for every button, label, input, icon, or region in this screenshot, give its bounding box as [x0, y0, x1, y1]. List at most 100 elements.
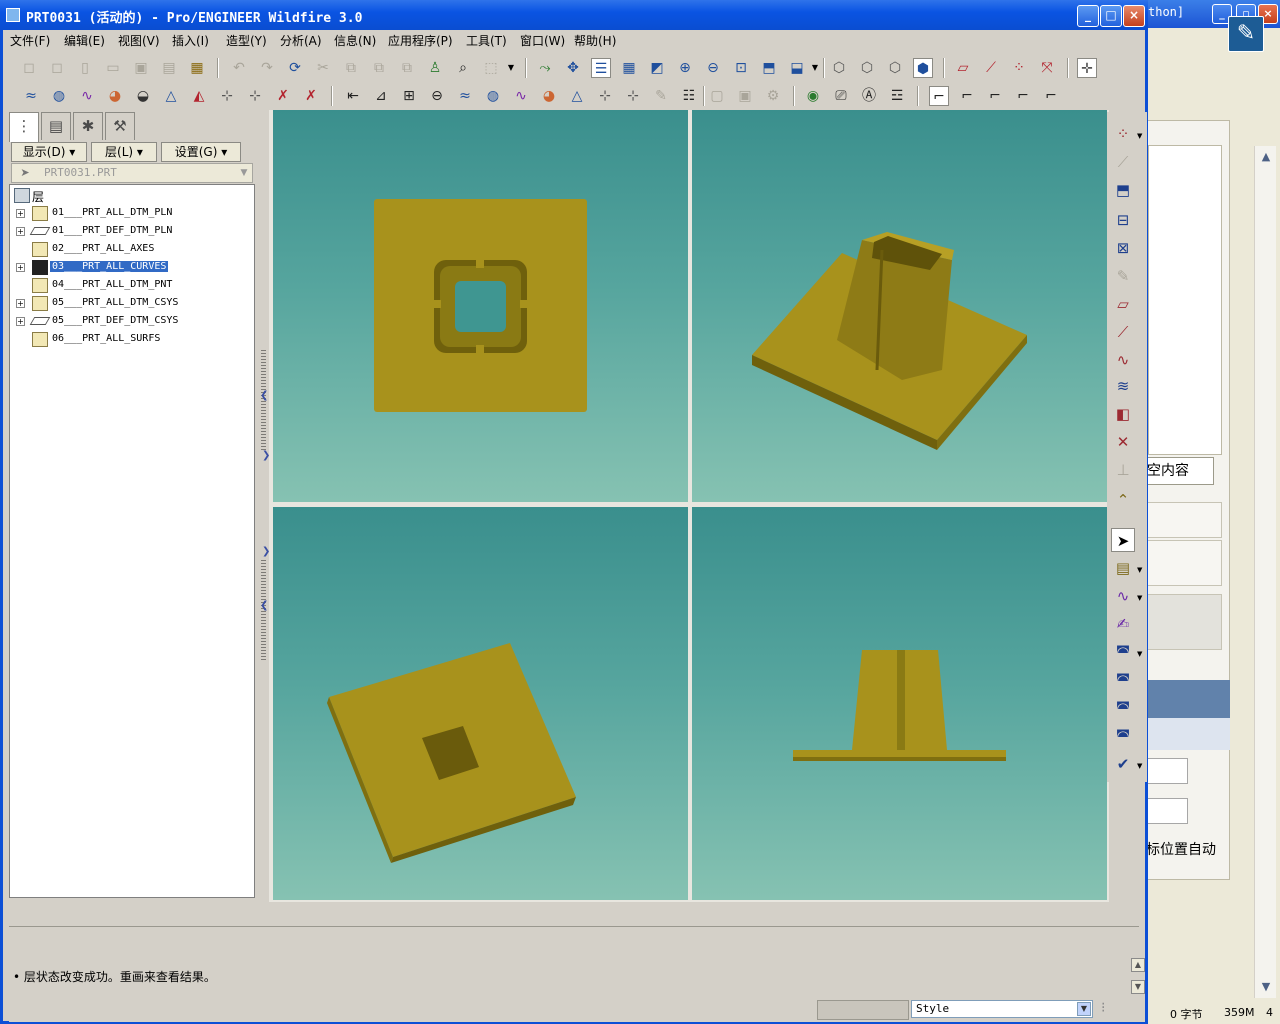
layers-icon[interactable]: ☰	[591, 58, 611, 78]
save-icon[interactable]: ▣	[131, 58, 151, 78]
layer-row-selected[interactable]: + 03___PRT_ALL_CURVES	[10, 259, 250, 277]
background-input[interactable]	[1146, 798, 1188, 824]
curve-analysis-icon[interactable]: ∿	[77, 86, 97, 106]
auto-round-icon[interactable]: ⌐	[1041, 86, 1061, 106]
wireframe-icon[interactable]: ⬡	[829, 58, 849, 78]
tab-folder-browser[interactable]: ▤	[41, 112, 71, 140]
hidden-line-icon[interactable]: ⬡	[857, 58, 877, 78]
model-tree-icon[interactable]: ♙	[425, 58, 445, 78]
chevron-down-icon[interactable]: ▼	[501, 58, 521, 78]
csys-create-icon[interactable]: ⊥	[1111, 458, 1135, 482]
reflection-icon[interactable]: ◒	[133, 86, 153, 106]
chamfer-icon[interactable]: ⌐	[1013, 86, 1033, 106]
round-set-icon[interactable]: ⌐	[957, 86, 977, 106]
snapshot-icon[interactable]: ▢	[707, 86, 727, 106]
menu-window[interactable]: 窗口(W)	[520, 32, 565, 49]
layer-row[interactable]: 04___PRT_ALL_DTM_PNT	[10, 277, 250, 295]
layer-row[interactable]: + 05___PRT_ALL_DTM_CSYS	[10, 295, 250, 313]
curve-icon[interactable]: ∿	[1111, 348, 1135, 372]
eclipse-logo-icon[interactable]: ✎	[1228, 16, 1264, 52]
paste-icon[interactable]: ⧉	[369, 58, 389, 78]
collapse-left-icon[interactable]: ❮	[260, 390, 268, 401]
saved-views-icon[interactable]: ⬓	[787, 58, 807, 78]
menu-tools[interactable]: 工具(T)	[466, 32, 507, 49]
refit-icon[interactable]: ⊡	[731, 58, 751, 78]
new-icon[interactable]: ◻	[19, 58, 39, 78]
layer-row[interactable]: + 01___PRT_DEF_DTM_PLN	[10, 223, 250, 241]
axis-icon[interactable]: ⟋	[1111, 150, 1135, 174]
remove-all-icon[interactable]: ✗	[301, 86, 321, 106]
check-icon[interactable]: ✔	[1111, 752, 1135, 776]
style-filter-select[interactable]: Style ▼	[911, 1000, 1093, 1018]
spin-center-icon[interactable]: ✥	[563, 58, 583, 78]
csys-display-icon[interactable]: ⤧	[1037, 58, 1057, 78]
layer-row[interactable]: + 05___PRT_DEF_DTM_CSYS	[10, 313, 250, 331]
menu-view[interactable]: 视图(V)	[118, 32, 160, 49]
background-scrollbar[interactable]: ▲ ▼	[1254, 146, 1276, 998]
offset-analysis-icon[interactable]: ⊹	[217, 86, 237, 106]
layer-tree-root[interactable]: 层	[10, 187, 250, 205]
analysis-feature-icon[interactable]: ⌃	[1111, 488, 1135, 512]
menu-edit[interactable]: 编辑(E)	[64, 32, 105, 49]
message-scrollbar[interactable]: ▲ ▼	[1131, 958, 1145, 996]
datum-plane-display-icon[interactable]: ▱	[953, 58, 973, 78]
layer-dropdown-button[interactable]: 层(L) ▾	[91, 142, 157, 162]
pencil-icon[interactable]: ✎	[1111, 264, 1135, 288]
chevron-down-icon[interactable]: ▼	[1137, 594, 1142, 602]
tab-model-tree[interactable]: ⋮	[9, 112, 39, 142]
menu-insert[interactable]: 插入(I)	[172, 32, 209, 49]
menu-style[interactable]: 造型(Y)	[226, 32, 267, 49]
menu-analysis[interactable]: 分析(A)	[280, 32, 322, 49]
chevron-down-icon[interactable]: ▼	[1137, 132, 1142, 140]
navigator-sash[interactable]: ❮ ❯ ❯ ❮	[259, 110, 270, 902]
datum-axis-display-icon[interactable]: ⟋	[981, 58, 1001, 78]
layer-config-icon[interactable]: ⊟	[1111, 208, 1135, 232]
globe-icon[interactable]: ◉	[803, 86, 823, 106]
no-hidden-icon[interactable]: ⬡	[885, 58, 905, 78]
sketch-curve-icon[interactable]: ∿	[1111, 584, 1135, 608]
sketch-plane-icon[interactable]: ▤	[1111, 556, 1135, 580]
redo-icon[interactable]: ↷	[257, 58, 277, 78]
undo-icon[interactable]: ↶	[229, 58, 249, 78]
chevron-down-icon[interactable]: ▼	[1137, 650, 1142, 658]
expand-icon[interactable]: +	[16, 209, 25, 218]
draft-analysis-icon[interactable]: ≈	[21, 86, 41, 106]
slope-icon[interactable]: △	[161, 86, 181, 106]
pin-icon[interactable]: ✎	[651, 86, 671, 106]
chevron-down-icon[interactable]: ▼	[1077, 1002, 1091, 1016]
layer-row[interactable]: 06___PRT_ALL_SURFS	[10, 331, 250, 349]
expand-icon[interactable]: +	[16, 263, 25, 272]
chevron-down-icon[interactable]: ▼	[236, 164, 252, 182]
chevron-down-icon[interactable]: ▼	[1137, 566, 1142, 574]
spin-toggle-icon[interactable]: ✛	[1077, 58, 1097, 78]
datum-point-display-icon[interactable]: ⁘	[1009, 58, 1029, 78]
dihedral-icon[interactable]: ⊹	[595, 86, 615, 106]
surface-icon[interactable]: ◚	[1111, 640, 1135, 664]
cut-icon[interactable]: ✂	[313, 58, 333, 78]
surface-analysis-icon[interactable]: ◍	[483, 86, 503, 106]
color-map-icon[interactable]: ◕	[539, 86, 559, 106]
show-dropdown-button[interactable]: 显示(D) ▾	[11, 142, 87, 162]
tab-favorites[interactable]: ✱	[73, 112, 103, 140]
minimize-button[interactable]: _	[1077, 5, 1099, 27]
new-file-icon[interactable]: ▯	[75, 58, 95, 78]
maximize-button[interactable]: □	[1100, 5, 1122, 27]
viewport-top[interactable]	[273, 110, 688, 502]
chevron-down-icon[interactable]: ▼	[1137, 762, 1142, 770]
remove-analysis-icon[interactable]: ✗	[273, 86, 293, 106]
zoom-out-icon[interactable]: ⊖	[703, 58, 723, 78]
menu-help[interactable]: 帮助(H)	[574, 32, 616, 49]
scroll-up-icon[interactable]: ▲	[1255, 146, 1277, 168]
close-window-icon[interactable]: ⊠	[1111, 236, 1135, 260]
layer-row[interactable]: + 01___PRT_ALL_DTM_PLN	[10, 205, 250, 223]
select-arrow-icon[interactable]: ➤	[1111, 528, 1135, 552]
menu-info[interactable]: 信息(N)	[334, 32, 376, 49]
regenerate-icon[interactable]: ⟳	[285, 58, 305, 78]
datum-plane-icon[interactable]: ◧	[1111, 402, 1135, 426]
csys-icon[interactable]: ⬒	[1111, 178, 1135, 202]
deviation-icon[interactable]: ⊹	[245, 86, 265, 106]
offset-curve-icon[interactable]: ≋	[1111, 374, 1135, 398]
view-manager-icon[interactable]: ▦	[619, 58, 639, 78]
copy-icon[interactable]: ⧉	[341, 58, 361, 78]
point-array-icon[interactable]: ✕	[1111, 430, 1135, 454]
